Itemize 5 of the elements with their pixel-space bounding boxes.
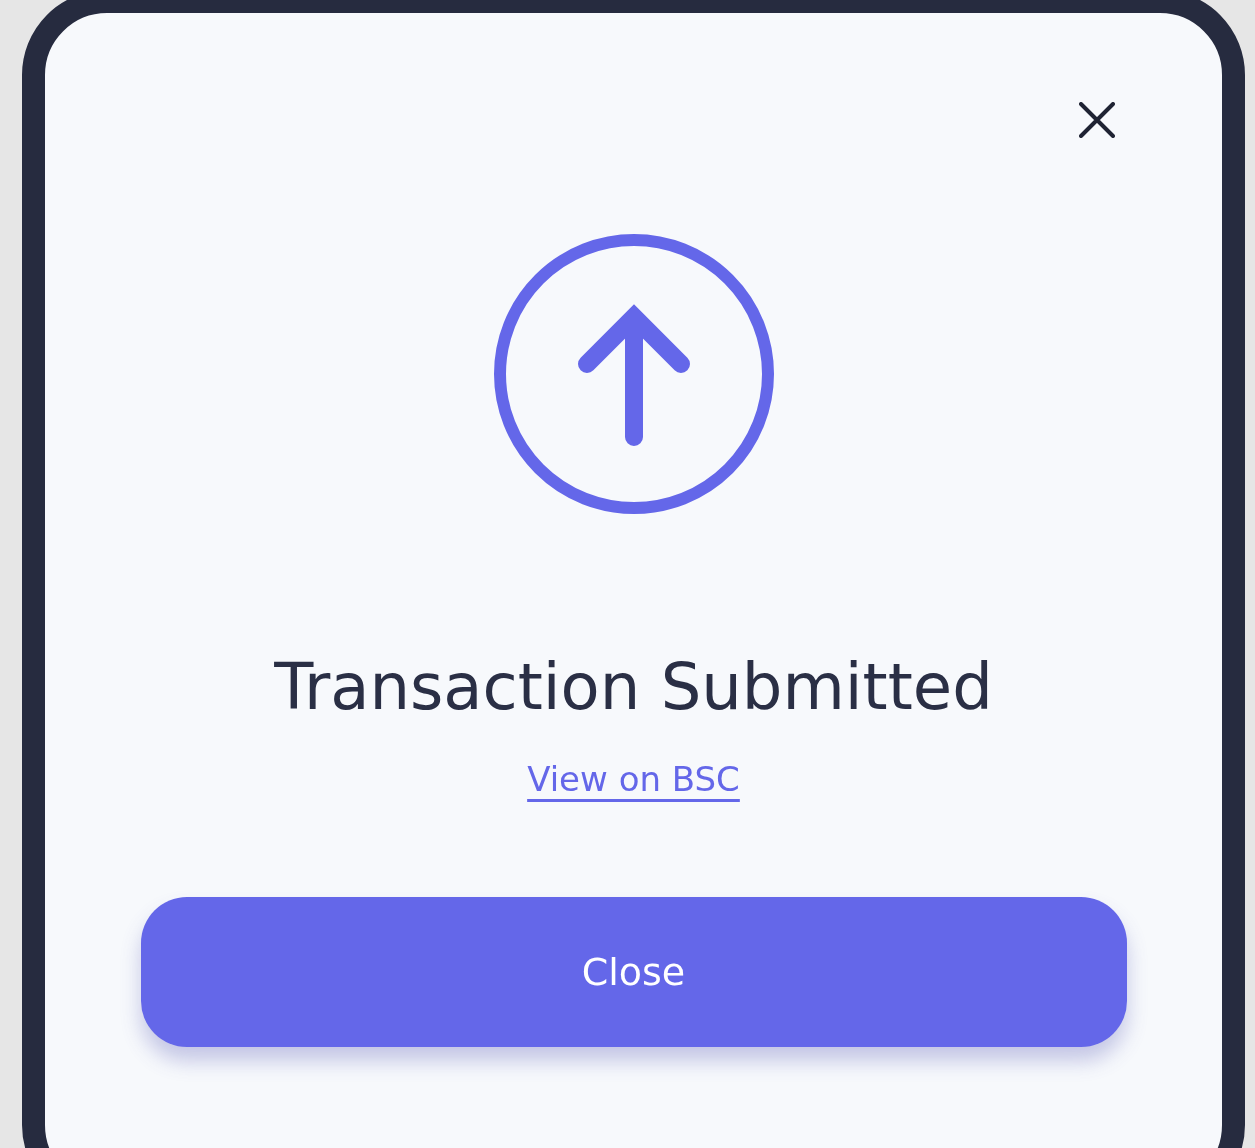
close-icon[interactable] bbox=[1079, 102, 1115, 138]
dialog-title: Transaction Submitted bbox=[274, 649, 993, 726]
arrow-up-circle-icon bbox=[492, 233, 775, 515]
view-link[interactable]: View on BSC bbox=[527, 757, 740, 801]
close-button[interactable]: Close bbox=[140, 897, 1127, 1047]
